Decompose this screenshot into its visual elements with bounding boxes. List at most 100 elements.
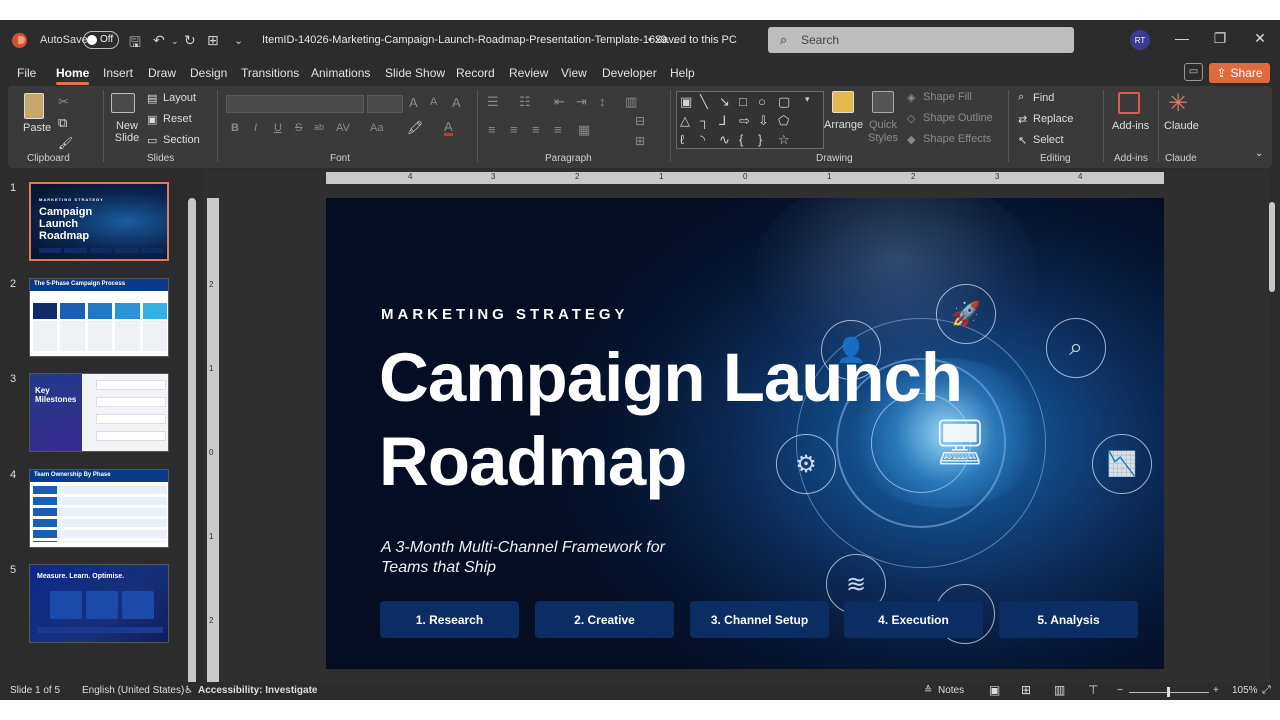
editor-scrollbar[interactable] bbox=[1268, 182, 1276, 682]
tab-developer[interactable]: Developer bbox=[602, 66, 657, 80]
restore-icon[interactable]: ❐ bbox=[1210, 30, 1230, 47]
redo-icon[interactable]: ↻ bbox=[184, 32, 196, 49]
search-input[interactable] bbox=[801, 31, 1061, 49]
phase-research[interactable]: 1. Research bbox=[380, 601, 519, 638]
reset-button[interactable]: Reset bbox=[163, 113, 192, 125]
underline-button[interactable]: U bbox=[274, 122, 282, 134]
italic-button[interactable]: I bbox=[254, 122, 257, 134]
tab-transitions[interactable]: Transitions bbox=[241, 66, 299, 80]
down-arrow-shape-icon[interactable]: ⇩ bbox=[758, 113, 769, 129]
textbox-shape-icon[interactable]: ▣ bbox=[680, 94, 692, 110]
thumbnail-scrollbar[interactable] bbox=[188, 170, 196, 698]
user-avatar[interactable]: RT bbox=[1130, 30, 1150, 50]
tab-draw[interactable]: Draw bbox=[148, 66, 176, 80]
undo-icon[interactable]: ↶ bbox=[153, 32, 165, 49]
decrease-font-icon[interactable]: A bbox=[430, 96, 437, 108]
change-case-button[interactable]: Aa bbox=[370, 122, 383, 134]
tab-home[interactable]: Home bbox=[56, 66, 90, 85]
align-center-icon[interactable]: ≡ bbox=[510, 122, 518, 137]
new-slide-button[interactable]: New Slide bbox=[112, 120, 142, 144]
notes-button[interactable]: Notes bbox=[938, 685, 964, 696]
numbering-icon[interactable]: ☷ bbox=[519, 94, 531, 110]
tab-design[interactable]: Design bbox=[190, 66, 227, 80]
addins-icon[interactable] bbox=[1118, 92, 1140, 114]
claude-icon[interactable]: ✳ bbox=[1168, 89, 1188, 118]
collapse-ribbon-icon[interactable]: ⌄ bbox=[1255, 148, 1263, 159]
phase-creative[interactable]: 2. Creative bbox=[535, 601, 674, 638]
increase-indent-icon[interactable]: ⇥ bbox=[576, 94, 587, 110]
increase-font-icon[interactable]: A bbox=[409, 95, 418, 110]
search-box[interactable]: ⌕ bbox=[768, 27, 1074, 53]
columns-icon[interactable]: ▥ bbox=[625, 94, 637, 110]
find-button[interactable]: Find bbox=[1033, 92, 1054, 104]
align-right-icon[interactable]: ≡ bbox=[532, 122, 540, 137]
scrollbar-thumb[interactable] bbox=[1269, 202, 1275, 292]
copy-icon[interactable]: ⧉ bbox=[58, 115, 67, 131]
paste-icon[interactable] bbox=[24, 93, 44, 119]
strikethrough-button[interactable]: S bbox=[295, 122, 302, 134]
line-spacing-icon[interactable]: ↕ bbox=[599, 94, 606, 109]
align-left-icon[interactable]: ≡ bbox=[488, 122, 496, 137]
shapes-gallery[interactable]: ▣ ╲ ↘ □ ○ ▢ △ ┐ ⅃ ⇨ ⇩ ⬠ ℓ ◝ ∿ { } ☆ ▾ bbox=[676, 91, 824, 149]
claude-button[interactable]: Claude bbox=[1164, 120, 1199, 132]
quick-styles-button[interactable]: Quick Styles bbox=[866, 119, 900, 145]
text-direction-icon[interactable]: ▦ bbox=[578, 122, 590, 138]
arrow-line-shape-icon[interactable]: ↘ bbox=[719, 94, 730, 110]
star-shape-icon[interactable]: ☆ bbox=[778, 132, 790, 148]
present-icon[interactable]: ⊞ bbox=[207, 32, 219, 49]
font-color-icon[interactable]: A bbox=[444, 120, 453, 136]
tab-view[interactable]: View bbox=[561, 66, 587, 80]
right-brace-icon[interactable]: } bbox=[758, 132, 762, 147]
slide-show-icon[interactable]: ⊤ bbox=[1088, 683, 1098, 697]
replace-button[interactable]: Replace bbox=[1033, 113, 1073, 125]
clear-format-icon[interactable]: A bbox=[452, 95, 461, 110]
freeform-shape-icon[interactable]: ℓ bbox=[680, 132, 684, 147]
phase-execution[interactable]: 4. Execution bbox=[844, 601, 983, 638]
slide-sorter-icon[interactable]: ⊞ bbox=[1021, 683, 1031, 697]
fit-to-window-icon[interactable]: ⤢ bbox=[1262, 684, 1271, 697]
layout-icon[interactable]: ▤ bbox=[147, 92, 157, 105]
save-icon[interactable]: 🖫 bbox=[129, 32, 141, 56]
tab-file[interactable]: File bbox=[17, 66, 36, 80]
autosave-toggle[interactable]: Off bbox=[83, 31, 119, 49]
curve-shape-icon[interactable]: ∿ bbox=[719, 132, 730, 148]
zoom-out-icon[interactable]: − bbox=[1117, 685, 1123, 696]
replace-icon[interactable]: ⇄ bbox=[1018, 113, 1027, 126]
line-shape-icon[interactable]: ╲ bbox=[700, 94, 708, 110]
arrange-icon[interactable] bbox=[832, 91, 854, 113]
tab-help[interactable]: Help bbox=[670, 66, 695, 80]
format-painter-icon[interactable]: 🖌 bbox=[58, 136, 73, 150]
find-icon[interactable]: ⌕ bbox=[1018, 91, 1024, 104]
shadow-button[interactable]: ab bbox=[314, 122, 324, 132]
oval-shape-icon[interactable]: ○ bbox=[758, 94, 766, 109]
reset-icon[interactable]: ▣ bbox=[147, 113, 157, 126]
phase-channel-setup[interactable]: 3. Channel Setup bbox=[690, 601, 829, 638]
quick-styles-icon[interactable] bbox=[872, 91, 894, 113]
elbow-connector-icon[interactable]: ┐ bbox=[700, 113, 709, 128]
slide-thumbnail-3[interactable]: Key Milestones bbox=[29, 373, 169, 452]
triangle-shape-icon[interactable]: △ bbox=[680, 113, 690, 129]
paste-button[interactable]: Paste bbox=[23, 122, 51, 134]
rounded-rect-shape-icon[interactable]: ▢ bbox=[778, 94, 790, 110]
section-icon[interactable]: ▭ bbox=[147, 134, 157, 147]
select-button[interactable]: Select bbox=[1033, 134, 1064, 146]
shape-outline-button[interactable]: Shape Outline bbox=[923, 112, 993, 124]
customize-toolbar-icon[interactable]: ⌄ bbox=[234, 34, 243, 47]
shape-fill-button[interactable]: Shape Fill bbox=[923, 91, 972, 103]
share-button[interactable]: ⇪ Share bbox=[1209, 63, 1270, 83]
addins-button[interactable]: Add-ins bbox=[1112, 120, 1149, 132]
cut-icon[interactable]: ✂ bbox=[58, 94, 69, 110]
slide-thumbnail-5[interactable]: Measure. Learn. Optimise. bbox=[29, 564, 169, 643]
font-size-select[interactable] bbox=[367, 95, 403, 113]
bold-button[interactable]: B bbox=[231, 122, 239, 134]
shape-effects-button[interactable]: Shape Effects bbox=[923, 133, 991, 145]
elbow-arrow-icon[interactable]: ⅃ bbox=[719, 113, 726, 129]
phase-analysis[interactable]: 5. Analysis bbox=[999, 601, 1138, 638]
zoom-slider-handle[interactable] bbox=[1167, 687, 1170, 697]
section-button[interactable]: Section bbox=[163, 134, 200, 146]
select-icon[interactable]: ↖ bbox=[1018, 134, 1027, 147]
zoom-in-icon[interactable]: + bbox=[1213, 685, 1219, 696]
tab-record[interactable]: Record bbox=[456, 66, 495, 80]
shape-effects-icon[interactable]: ◆ bbox=[907, 133, 915, 146]
new-slide-icon[interactable] bbox=[111, 93, 135, 113]
